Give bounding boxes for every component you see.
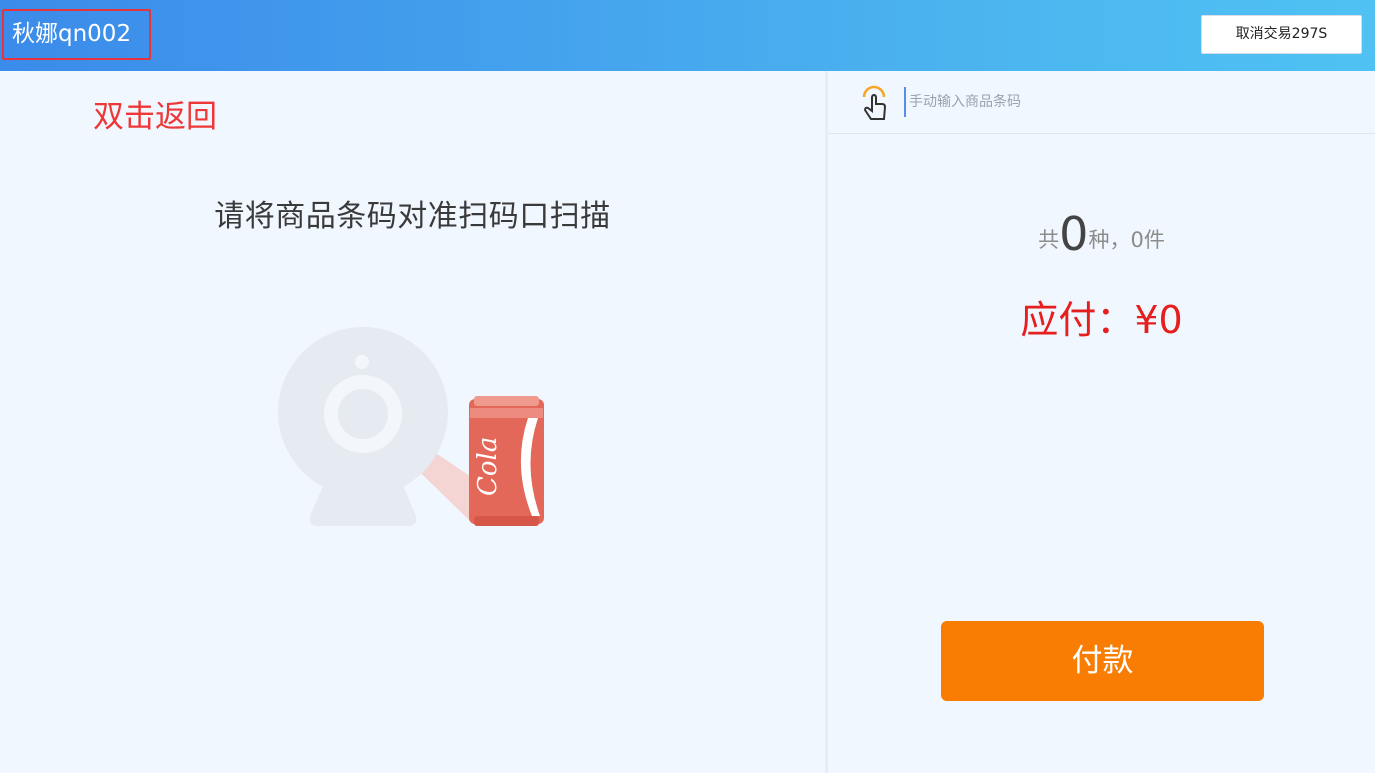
scan-panel: 双击返回 请将商品条码对准扫码口扫描 Cola — [0, 71, 825, 773]
summary-suffix: 件 — [1143, 228, 1165, 252]
payable-amount: ¥0 — [1134, 298, 1183, 342]
kind-count: 0 — [1059, 207, 1089, 261]
operator-label: 秋娜qn002 — [2, 9, 151, 60]
scanner-illustration: Cola — [278, 327, 544, 526]
summary-middle: 种， — [1088, 228, 1131, 252]
barcode-input[interactable] — [904, 87, 1344, 117]
top-bar: 秋娜qn002 取消交易297S — [0, 0, 1375, 71]
amount-payable: 应付：¥0 — [828, 289, 1375, 344]
touch-hand-icon — [862, 85, 887, 120]
summary-prefix: 共 — [1038, 228, 1060, 252]
cancel-transaction-button[interactable]: 取消交易297S — [1201, 15, 1362, 54]
scan-instruction: 请将商品条码对准扫码口扫描 — [214, 199, 611, 234]
double-click-back-hint[interactable]: 双击返回 — [93, 91, 217, 136]
webcam-icon — [278, 327, 448, 526]
payable-label: 应付： — [1020, 298, 1135, 342]
can-label: Cola — [473, 437, 503, 496]
pay-button[interactable]: 付款 — [941, 621, 1264, 701]
order-panel: 共0种，0件 应付：¥0 付款 — [828, 71, 1375, 773]
barcode-input-row — [828, 71, 1375, 134]
cola-can-icon: Cola — [469, 396, 544, 526]
item-count: 0 — [1130, 228, 1144, 252]
item-summary: 共0种，0件 — [828, 207, 1375, 261]
